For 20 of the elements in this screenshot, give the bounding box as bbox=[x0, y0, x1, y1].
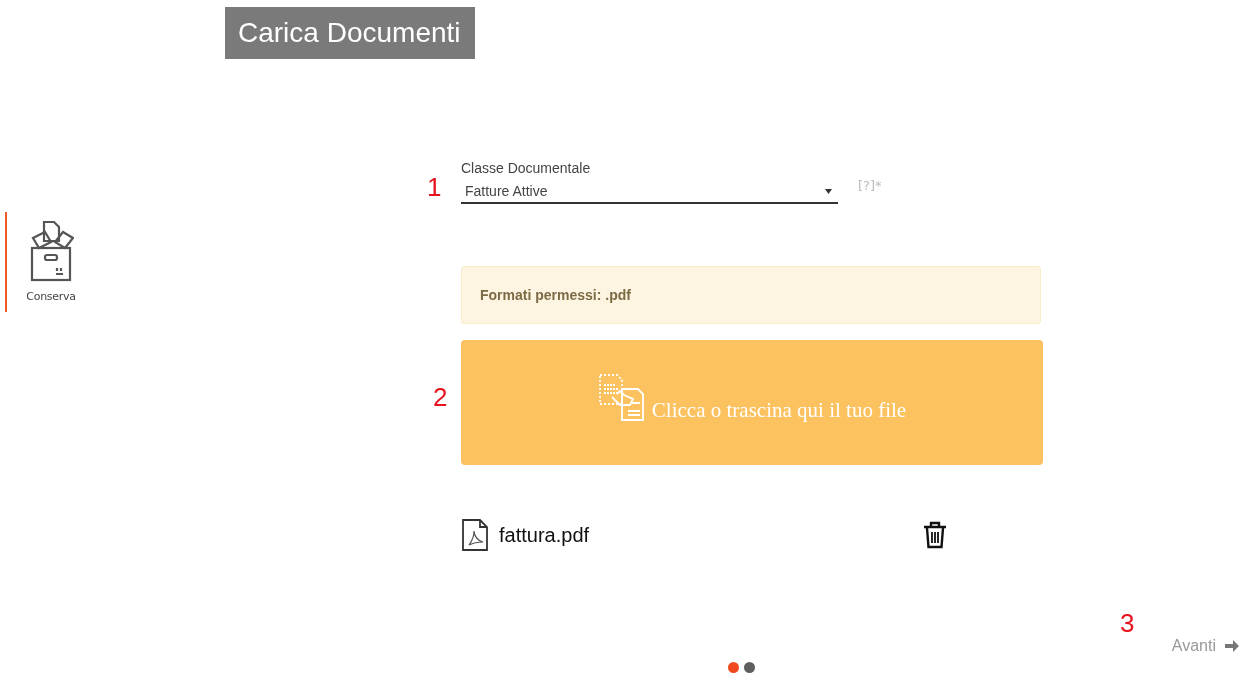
sidebar-item[interactable]: Conserva bbox=[5, 212, 95, 312]
next-link[interactable]: Avanti bbox=[1171, 637, 1240, 655]
formats-notice: Formati permessi: .pdf bbox=[461, 266, 1041, 324]
pager-dot[interactable] bbox=[728, 662, 739, 673]
pdf-file-icon bbox=[461, 519, 489, 551]
step-number: 3 bbox=[1120, 608, 1135, 639]
delete-button[interactable] bbox=[923, 521, 947, 549]
step-number: 1 bbox=[427, 172, 442, 203]
file-dropzone[interactable]: Clicca o trascina qui il tuo file bbox=[461, 340, 1043, 465]
help-hint[interactable]: [?]* bbox=[858, 178, 882, 193]
trash-icon bbox=[923, 521, 947, 549]
file-name: fattura.pdf bbox=[499, 523, 591, 547]
field-label: Classe Documentale bbox=[461, 160, 591, 176]
dropdown-caret-icon bbox=[825, 188, 832, 194]
class-select[interactable]: Fatture Attive bbox=[461, 180, 838, 204]
archive-box-icon bbox=[28, 220, 74, 282]
pager-dot[interactable] bbox=[744, 662, 755, 673]
arrow-right-icon bbox=[1224, 639, 1240, 653]
step-number: 2 bbox=[433, 382, 448, 413]
page-title: Carica Documenti bbox=[225, 7, 475, 59]
